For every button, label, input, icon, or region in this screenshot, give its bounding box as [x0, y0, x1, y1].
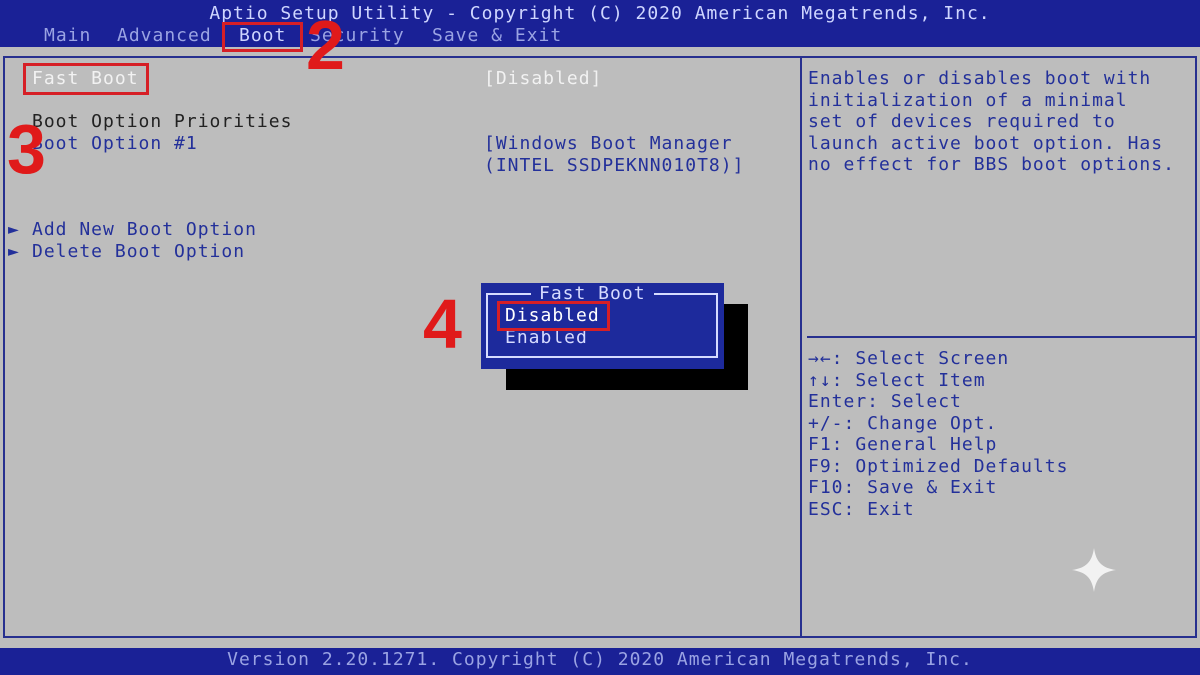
help-line-5: no effect for BBS boot options. [808, 154, 1175, 175]
add-new-boot-option[interactable]: Add New Boot Option [32, 219, 257, 240]
delete-boot-option[interactable]: Delete Boot Option [32, 241, 245, 262]
key-optimized-defaults: F9: Optimized Defaults [808, 456, 1069, 477]
fast-boot-value[interactable]: [Disabled] [484, 68, 602, 89]
boot-option-1-value[interactable]: [Windows Boot Manager [484, 133, 733, 154]
help-line-1: Enables or disables boot with [808, 68, 1152, 89]
highlight-box-fast-boot [23, 63, 149, 95]
key-general-help: F1: General Help [808, 434, 998, 455]
app-title: Aptio Setup Utility - Copyright (C) 2020… [209, 3, 991, 24]
annotation-step-4: 4 [423, 285, 462, 363]
version-text: Version 2.20.1271. Copyright (C) 2020 Am… [227, 649, 973, 670]
panel-divider [800, 56, 802, 638]
boot-option-1-value-line2: (INTEL SSDPEKNN010T8)] [484, 155, 745, 176]
tab-main[interactable]: Main [44, 25, 91, 46]
key-select-screen: →←: Select Screen [808, 348, 1010, 369]
highlight-box-disabled [497, 301, 610, 331]
help-line-3: set of devices required to [808, 111, 1116, 132]
boot-priorities-heading: Boot Option Priorities [32, 111, 293, 132]
key-change-opt: +/-: Change Opt. [808, 413, 998, 434]
annotation-step-3: 3 [7, 110, 46, 188]
sparkle-icon [1072, 548, 1116, 592]
tab-advanced[interactable]: Advanced [117, 25, 212, 46]
triangle-right-icon: ► [8, 219, 20, 240]
key-esc-exit: ESC: Exit [808, 499, 915, 520]
help-divider [807, 336, 1197, 338]
highlight-box-boot-tab [222, 22, 303, 52]
key-select-item: ↑↓: Select Item [808, 370, 986, 391]
help-line-4: launch active boot option. Has [808, 133, 1164, 154]
key-save-exit: F10: Save & Exit [808, 477, 998, 498]
help-line-2: initialization of a minimal [808, 90, 1128, 111]
tab-save-exit[interactable]: Save & Exit [432, 25, 562, 46]
key-enter-select: Enter: Select [808, 391, 962, 412]
boot-option-1[interactable]: Boot Option #1 [32, 133, 198, 154]
annotation-step-2: 2 [306, 6, 345, 84]
triangle-right-icon: ► [8, 241, 20, 262]
